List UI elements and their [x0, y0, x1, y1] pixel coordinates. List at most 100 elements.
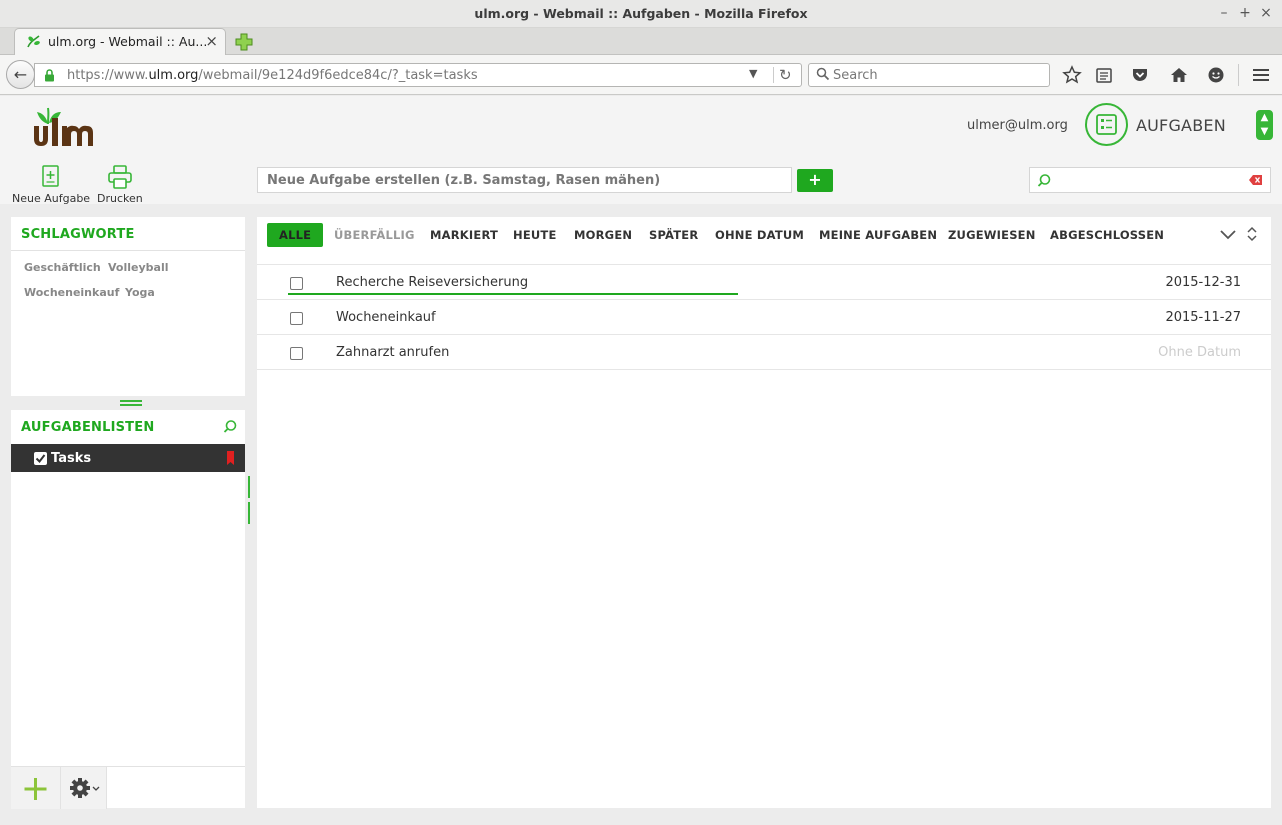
leaf-icon: [27, 35, 40, 48]
url-bar[interactable]: https://www.ulm.org/webmail/9e124d9f6edc…: [34, 63, 802, 87]
url-separator: [773, 67, 774, 83]
task-toolbar: Neue Aufgabe Drucken Neue Aufgabe erstel…: [0, 154, 1282, 205]
back-arrow-icon: ←: [13, 65, 28, 84]
pocket-icon[interactable]: [1130, 65, 1150, 85]
tasks-app-button[interactable]: [1085, 103, 1128, 146]
task-progress-bar: [288, 293, 738, 295]
tag-item[interactable]: Yoga: [125, 286, 155, 299]
reload-icon[interactable]: ↻: [779, 66, 792, 84]
task-checkbox[interactable]: [290, 347, 303, 360]
plus-icon: [24, 778, 47, 800]
navigation-bar: https://www.ulm.org/webmail/9e124d9f6edc…: [0, 55, 1282, 95]
bookmark-star-icon[interactable]: [1062, 65, 1082, 85]
url-text[interactable]: https://www.ulm.org/webmail/9e124d9f6edc…: [67, 68, 478, 83]
print-label: Drucken: [97, 192, 143, 205]
task-checkbox[interactable]: [290, 277, 303, 290]
filter-tomorrow[interactable]: MORGEN: [574, 223, 632, 247]
section-title: AUFGABEN: [1136, 116, 1226, 135]
menu-icon[interactable]: [1251, 65, 1271, 85]
scroll-arrows[interactable]: ▲ ▼: [1256, 110, 1273, 140]
minimize-button[interactable]: –: [1214, 3, 1234, 23]
tasklists-panel: AUFGABENLISTEN Tasks: [11, 410, 245, 809]
reading-list-icon[interactable]: [1094, 65, 1114, 85]
task-row[interactable]: Recherche Reiseversicherung 2015-12-31: [257, 265, 1271, 300]
filter-flagged[interactable]: MARKIERT: [430, 223, 498, 247]
close-window-button[interactable]: ×: [1256, 3, 1276, 23]
add-task-icon: [42, 165, 59, 187]
tags-header: SCHLAGWORTE: [21, 227, 135, 242]
bookmark-flag-icon: [227, 451, 234, 465]
task-title[interactable]: Zahnarzt anrufen: [336, 345, 449, 360]
task-title[interactable]: Wocheneinkauf: [336, 310, 436, 325]
quick-add-button[interactable]: +: [797, 169, 833, 192]
filter-today[interactable]: HEUTE: [513, 223, 557, 247]
filter-completed[interactable]: ABGESCHLOSSEN: [1050, 223, 1164, 247]
add-tasklist-button[interactable]: [11, 767, 60, 809]
filter-assigned[interactable]: ZUGEWIESEN: [948, 223, 1036, 247]
tab-close-icon[interactable]: ×: [205, 32, 218, 50]
task-checkbox[interactable]: [290, 312, 303, 325]
tags-panel: SCHLAGWORTE Geschäftlich Volleyball Woch…: [11, 217, 245, 396]
chevron-down-icon[interactable]: [1219, 225, 1237, 243]
search-placeholder: Search: [833, 68, 878, 83]
filter-my-tasks[interactable]: MEINE AUFGABEN: [819, 223, 937, 247]
maximize-button[interactable]: +: [1235, 3, 1255, 23]
checkbox-checked-icon[interactable]: [34, 452, 47, 465]
tags-divider: [11, 250, 245, 251]
search-icon[interactable]: [223, 419, 238, 434]
print-button[interactable]: Drucken: [97, 164, 143, 205]
gear-icon: [70, 778, 100, 798]
task-rows: Recherche Reiseversicherung 2015-12-31 W…: [257, 264, 1271, 370]
app-header: ulmer@ulm.org AUFGABEN ▲ ▼: [0, 96, 1282, 154]
task-date: 2015-11-27: [1165, 310, 1241, 325]
window-title: ulm.org - Webmail :: Aufgaben - Mozilla …: [474, 6, 808, 21]
home-icon[interactable]: [1169, 65, 1189, 85]
task-list-main: ALLE ÜBERFÄLLIG MARKIERT HEUTE MORGEN SP…: [257, 217, 1271, 808]
filter-all[interactable]: ALLE: [267, 223, 324, 247]
window-titlebar: ulm.org - Webmail :: Aufgaben - Mozilla …: [0, 0, 1282, 28]
new-task-label: Neue Aufgabe: [12, 192, 91, 205]
printer-icon: [108, 165, 132, 189]
tasklist-label: Tasks: [51, 451, 92, 466]
tasklist-footer: [11, 766, 245, 809]
quick-add-input[interactable]: Neue Aufgabe erstellen (z.B. Samstag, Ra…: [257, 167, 792, 193]
sort-icon[interactable]: [1243, 225, 1261, 243]
tag-item[interactable]: Wocheneinkauf: [24, 286, 119, 299]
task-title[interactable]: Recherche Reiseversicherung: [336, 275, 528, 290]
task-list-icon: [1096, 114, 1117, 135]
task-row[interactable]: Zahnarzt anrufen Ohne Datum: [257, 335, 1271, 370]
task-row[interactable]: Wocheneinkauf 2015-11-27: [257, 300, 1271, 335]
filter-overdue[interactable]: ÜBERFÄLLIG: [334, 223, 415, 247]
chevron-down-icon[interactable]: ▼: [1257, 125, 1272, 139]
tasklists-header: AUFGABENLISTEN: [21, 420, 155, 435]
search-icon: [816, 67, 830, 81]
browser-tab[interactable]: ulm.org - Webmail :: Au... ×: [14, 28, 226, 55]
new-tab-icon[interactable]: [234, 32, 254, 52]
tasklist-options-button[interactable]: [60, 767, 107, 809]
filter-no-date[interactable]: OHNE DATUM: [715, 223, 804, 247]
url-dropdown-icon[interactable]: ▼: [749, 67, 757, 80]
new-task-button[interactable]: Neue Aufgabe: [12, 164, 90, 205]
ulm-logo: [34, 107, 93, 146]
tab-title: ulm.org - Webmail :: Au...: [48, 34, 208, 49]
vertical-splitter-handle[interactable]: [248, 476, 254, 524]
clear-search-icon[interactable]: [1249, 174, 1263, 186]
browser-search-box[interactable]: Search: [808, 63, 1050, 87]
horizontal-splitter-handle[interactable]: [120, 400, 142, 406]
hello-chat-icon[interactable]: [1206, 65, 1226, 85]
tag-item[interactable]: Volleyball: [108, 261, 168, 274]
filter-later[interactable]: SPÄTER: [649, 223, 698, 247]
task-date: Ohne Datum: [1158, 345, 1241, 360]
task-date: 2015-12-31: [1165, 275, 1241, 290]
tab-bar: ulm.org - Webmail :: Au... ×: [0, 28, 1282, 55]
tag-item[interactable]: Geschäftlich: [24, 261, 101, 274]
toolbar-separator: [1238, 64, 1239, 86]
user-email[interactable]: ulmer@ulm.org: [967, 118, 1068, 133]
search-icon: [1037, 174, 1051, 187]
chevron-up-icon[interactable]: ▲: [1257, 111, 1272, 125]
task-search-input[interactable]: [1029, 167, 1271, 193]
lock-icon[interactable]: [44, 69, 55, 82]
back-button[interactable]: ←: [6, 60, 35, 89]
tasklist-item-tasks[interactable]: Tasks: [11, 444, 245, 472]
filter-bar: ALLE ÜBERFÄLLIG MARKIERT HEUTE MORGEN SP…: [257, 217, 1271, 253]
